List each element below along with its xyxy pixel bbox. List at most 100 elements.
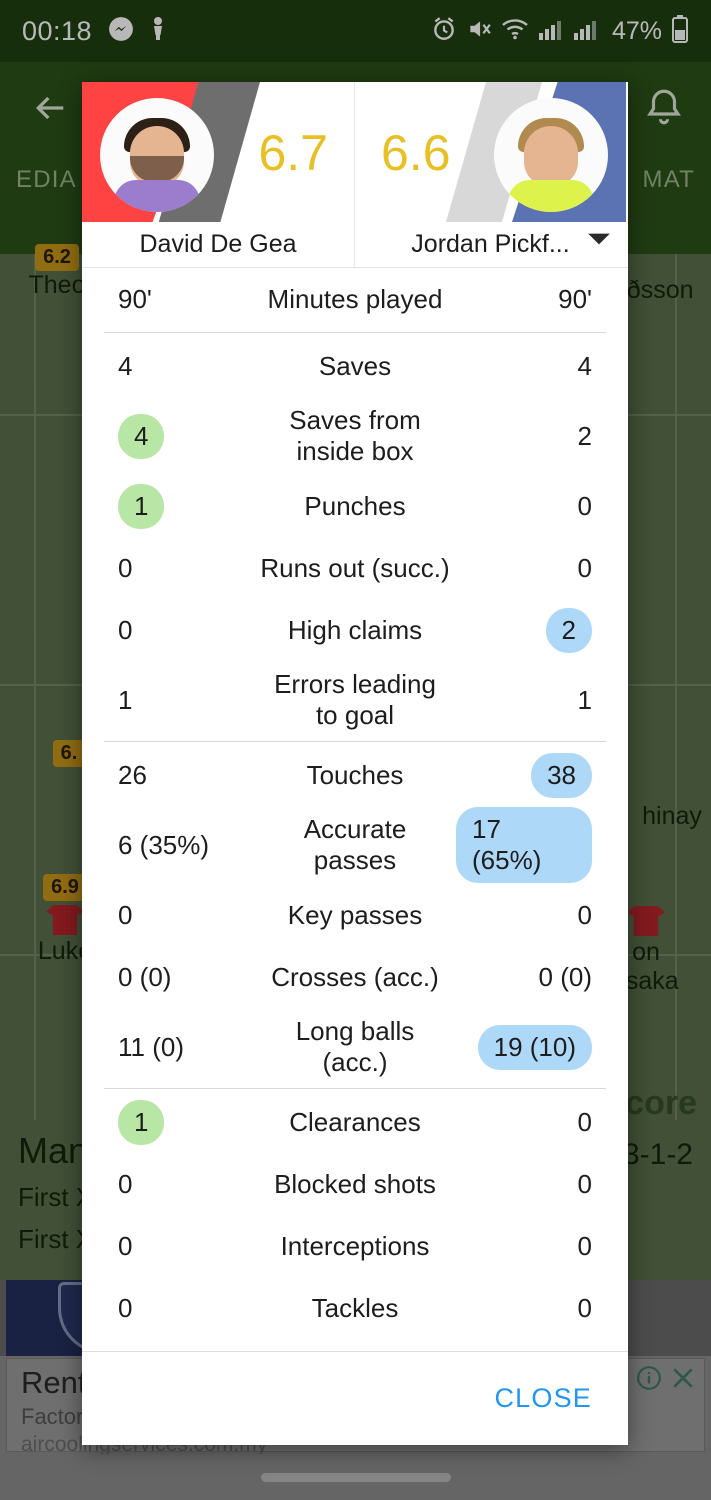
- player-comparison-dialog: 6.7 David De Gea 6.6 Jordan Pickf... 90'…: [82, 82, 628, 1445]
- stat-value: 1: [118, 483, 165, 529]
- stat-value-left: 90': [104, 284, 254, 315]
- stat-value-left: 0: [104, 900, 254, 931]
- stat-value-left: 1: [104, 1099, 254, 1145]
- stat-value: 2: [545, 607, 592, 653]
- stat-value: 17 (65%): [456, 807, 592, 883]
- stat-value: 6 (35%): [118, 829, 210, 860]
- dialog-header: 6.7 David De Gea 6.6 Jordan Pickf...: [82, 82, 628, 268]
- stat-label: Runs out (succ.): [260, 552, 450, 583]
- stat-value-left: 0: [104, 1231, 254, 1262]
- stat-value-right: 1: [456, 685, 606, 716]
- stat-row: 0Dribbled past0: [104, 1339, 606, 1351]
- close-button[interactable]: CLOSE: [494, 1383, 592, 1414]
- stat-value-left: 4: [104, 413, 254, 459]
- screen: 00:18 47% EDIA MAT 6.2 Theo rðsson 6. 6.…: [0, 0, 711, 1500]
- stat-label: Minutes played: [267, 283, 443, 314]
- stat-value: 0 (0): [538, 961, 592, 992]
- stat-value-right: 0: [456, 1107, 606, 1138]
- stat-label: Accurate passes: [303, 814, 407, 875]
- stat-label: Blocked shots: [274, 1168, 436, 1199]
- stat-value-left: 26: [104, 760, 254, 791]
- stat-value-left: 1: [104, 685, 254, 716]
- stat-value-left: 1: [104, 483, 254, 529]
- stat-label: Clearances: [289, 1106, 421, 1137]
- stat-value-left: 6 (35%): [104, 830, 254, 861]
- stat-value: 2: [577, 420, 592, 451]
- stat-value: 0: [577, 899, 592, 930]
- stat-label: Touches: [306, 759, 404, 790]
- player-name: David De Gea: [139, 229, 297, 258]
- avatar: [100, 98, 214, 212]
- player-card-right[interactable]: 6.6 Jordan Pickf...: [354, 82, 626, 267]
- stat-row: 0 Runs out (succ.) 0: [104, 537, 606, 599]
- avatar: [494, 98, 608, 212]
- section-divider: [104, 332, 606, 333]
- player-rating: 6.7: [258, 125, 328, 181]
- stat-value: 0: [118, 614, 133, 645]
- stat-value-left: 11 (0): [104, 1032, 254, 1063]
- stat-value-right: 0: [456, 1169, 606, 1200]
- stat-row: 4 Saves 4: [104, 335, 606, 397]
- stat-label: High claims: [287, 614, 423, 645]
- stat-row: 6 (35%) Accurate passes 17 (65%): [104, 806, 606, 884]
- stat-value: 0: [118, 899, 133, 930]
- stat-row: 0 Key passes 0: [104, 884, 606, 946]
- stat-value: 0: [577, 552, 592, 583]
- stat-row: 0 Blocked shots 0: [104, 1153, 606, 1215]
- stat-value: 0: [118, 1168, 133, 1199]
- section-divider: [104, 1088, 606, 1089]
- stat-value-right: 17 (65%): [456, 807, 606, 883]
- stat-row: 11 (0) Long balls (acc.) 19 (10): [104, 1008, 606, 1086]
- stat-value: 38: [531, 752, 592, 798]
- stat-value: 11 (0): [118, 1031, 184, 1062]
- stat-value: 0: [118, 1230, 133, 1261]
- section-divider: [104, 741, 606, 742]
- stat-value-left: 0 (0): [104, 962, 254, 993]
- stat-value: 0: [577, 1292, 592, 1323]
- stat-value: 0: [118, 1292, 133, 1323]
- stat-value: 0: [577, 1230, 592, 1261]
- stat-value-right: 38: [456, 752, 606, 798]
- stat-row: 4 Saves from inside box 2: [104, 397, 606, 475]
- stat-value-right: 0: [456, 900, 606, 931]
- stat-label: Saves: [318, 350, 392, 381]
- stat-row: 1 Clearances 0: [104, 1091, 606, 1153]
- stat-value: 19 (10): [477, 1024, 592, 1070]
- stat-row: 1 Errors leading to goal 1: [104, 661, 606, 739]
- stat-value: 1: [577, 684, 592, 715]
- stat-label: Saves from inside box: [289, 405, 421, 466]
- stat-value-left: 0: [104, 1293, 254, 1324]
- stat-label: Crosses (acc.): [271, 961, 439, 992]
- stat-label: Punches: [304, 490, 406, 521]
- player-rating: 6.6: [381, 125, 451, 181]
- stat-value-right: 4: [456, 351, 606, 382]
- stat-value-right: 0 (0): [456, 962, 606, 993]
- stat-value-right: 0: [456, 1231, 606, 1262]
- stat-value: 1: [118, 1099, 165, 1145]
- stat-value-right: 90': [456, 284, 606, 315]
- stat-value-left: 0: [104, 553, 254, 584]
- stat-value: 0 (0): [118, 961, 172, 992]
- stat-value: 0: [118, 552, 133, 583]
- stat-value: 0: [577, 1106, 592, 1137]
- stat-value: 0: [577, 490, 592, 521]
- stat-value: 4: [577, 350, 592, 381]
- stat-label: Interceptions: [280, 1230, 430, 1261]
- stat-value-right: 2: [456, 421, 606, 452]
- stat-value: 90': [118, 283, 152, 314]
- player-card-left[interactable]: 6.7 David De Gea: [82, 82, 354, 267]
- stat-row: 0 Interceptions 0: [104, 1215, 606, 1277]
- stat-value-right: 19 (10): [456, 1024, 606, 1070]
- stat-label: Tackles: [311, 1292, 399, 1323]
- chevron-down-icon[interactable]: [586, 230, 612, 253]
- stat-value: 0: [577, 1168, 592, 1199]
- stat-value: 26: [118, 759, 147, 790]
- stat-value-right: 0: [456, 491, 606, 522]
- dialog-footer: CLOSE: [82, 1351, 628, 1445]
- stat-label: Errors leading to goal: [274, 669, 436, 730]
- stat-row: 0 High claims 2: [104, 599, 606, 661]
- stat-label: Key passes: [287, 899, 423, 930]
- stat-value: 4: [118, 350, 133, 381]
- stat-value: 4: [118, 413, 165, 459]
- stat-value: 1: [118, 684, 133, 715]
